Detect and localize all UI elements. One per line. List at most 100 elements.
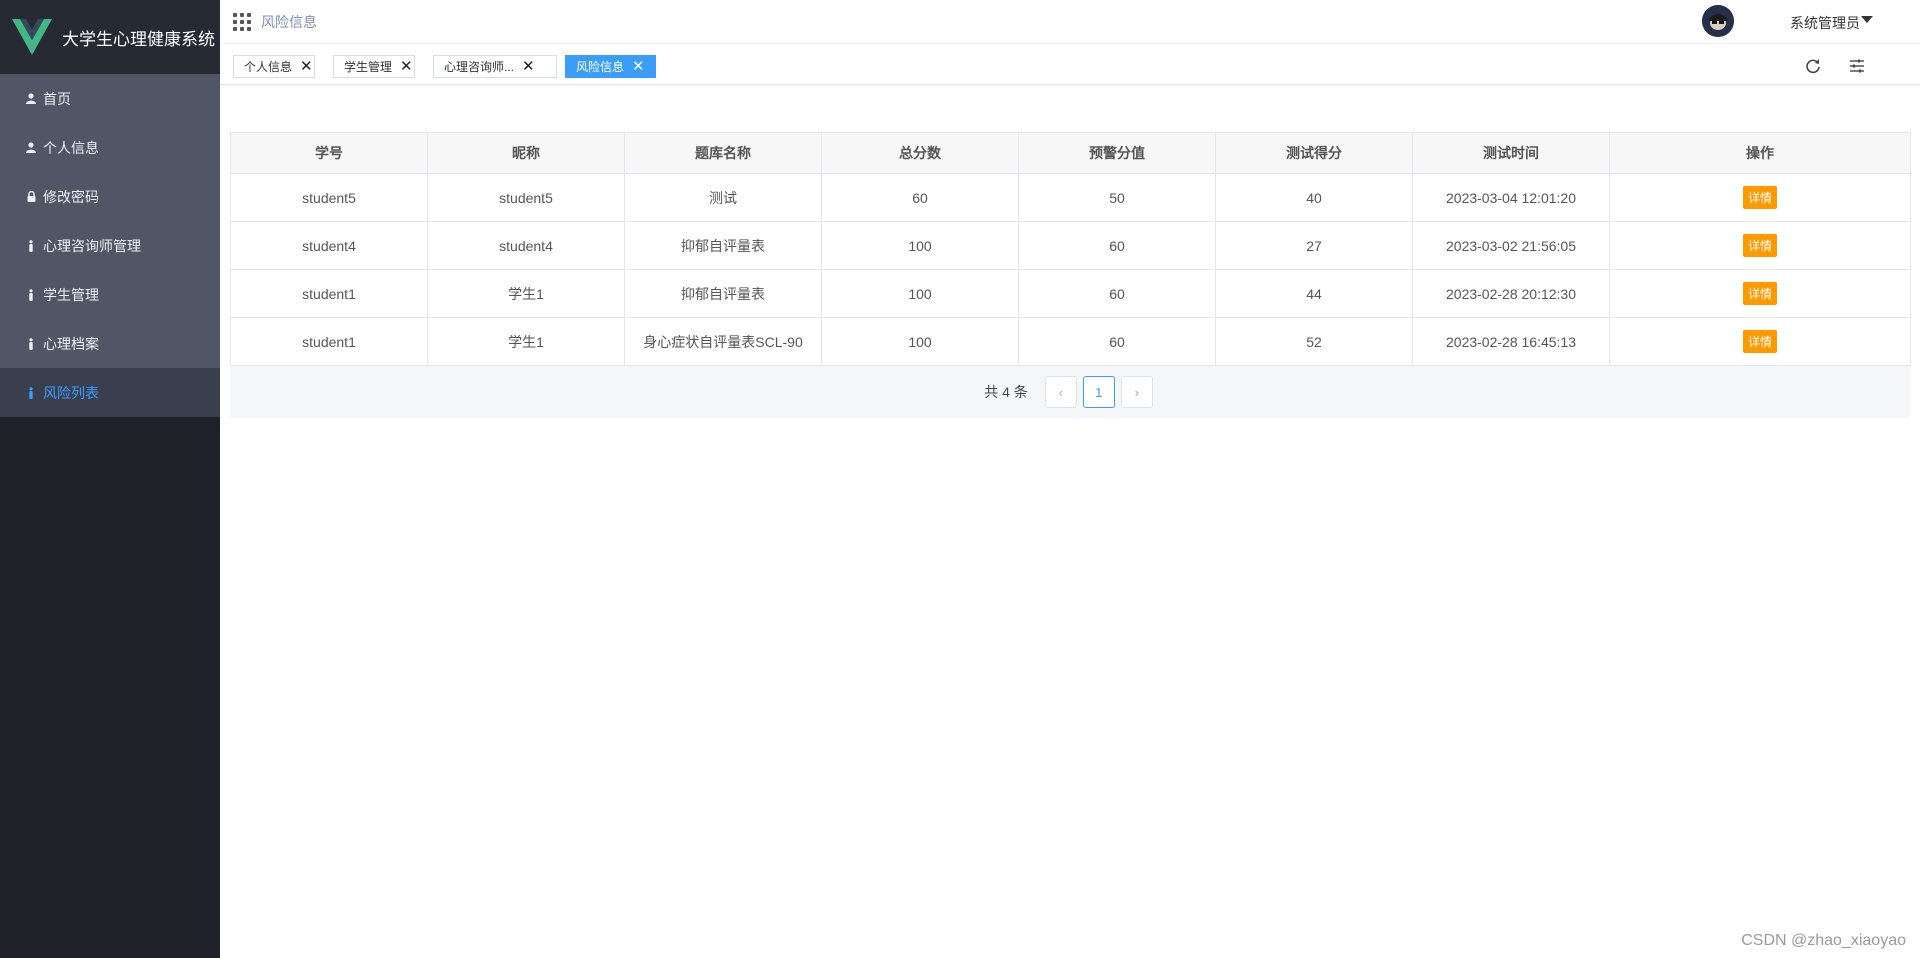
table-cell-actions: 详情: [1609, 221, 1911, 270]
table-cell: 27: [1215, 221, 1413, 270]
sidebar-item-risk-list[interactable]: 风险列表: [0, 368, 220, 417]
table-cell: student5: [230, 173, 428, 222]
column-header[interactable]: 测试得分: [1215, 132, 1413, 174]
watermark: CSDN @zhao_xiaoyao: [1741, 932, 1906, 949]
avatar[interactable]: [1702, 5, 1734, 37]
table-cell: 44: [1215, 269, 1413, 318]
breadcrumb[interactable]: 风险信息: [261, 12, 317, 32]
sidebar-item-psych-records[interactable]: 心理档案: [0, 319, 220, 368]
next-page-button[interactable]: ›: [1120, 376, 1153, 408]
table-cell: 60: [821, 173, 1019, 222]
brand: 大学生心理健康系统: [0, 0, 220, 74]
table-cell: 100: [821, 221, 1019, 270]
close-icon[interactable]: ✕: [522, 59, 535, 74]
sidebar-item-student-management[interactable]: 学生管理: [0, 270, 220, 319]
tag-label: 个人信息: [244, 60, 293, 74]
tag-label: 学生管理: [344, 60, 393, 74]
table-cell: student5: [427, 173, 625, 222]
column-header: 操作: [1609, 132, 1911, 174]
vue-logo-icon: [12, 19, 52, 55]
table-cell-actions: 详情: [1609, 269, 1911, 318]
person-icon: [26, 337, 36, 350]
table-cell: 52: [1215, 317, 1413, 366]
sidebar-item-label: 学生管理: [43, 286, 99, 303]
sidebar-item-change-password[interactable]: 修改密码: [0, 172, 220, 221]
table-cell: 抑郁自评量表: [624, 221, 822, 270]
sidebar-menu: 首页 个人信息 修改密码 心理咨询师管理 学生管理 心理档案 风险列表: [0, 74, 220, 417]
page-number-button[interactable]: 1: [1082, 376, 1115, 408]
tag-label: 风险信息: [576, 60, 625, 74]
top-header: 风险信息 系统管理员: [220, 0, 1920, 44]
table-row: student1 学生1 身心症状自评量表SCL-90 100 60 52 20…: [230, 317, 1911, 366]
user-icon: [26, 142, 36, 154]
table-cell: 40: [1215, 173, 1413, 222]
app-title: 大学生心理健康系统: [62, 29, 215, 49]
user-icon: [26, 93, 36, 105]
sidebar-item-label: 心理档案: [43, 335, 99, 352]
table-cell-actions: 详情: [1609, 317, 1911, 366]
table-cell: 2023-03-02 21:56:05: [1412, 221, 1610, 270]
sidebar-item-profile[interactable]: 个人信息: [0, 123, 220, 172]
table-row: student4 student4 抑郁自评量表 100 60 27 2023-…: [230, 221, 1911, 270]
person-icon: [26, 239, 36, 252]
table-cell-actions: 详情: [1609, 173, 1911, 222]
settings-sliders-icon[interactable]: [1848, 57, 1866, 75]
sidebar-item-label: 修改密码: [43, 188, 99, 205]
sidebar-item-label: 风险列表: [43, 384, 99, 401]
tag-risk-info[interactable]: 风险信息 ✕: [565, 55, 656, 78]
column-header[interactable]: 预警分值: [1018, 132, 1216, 174]
table-cell: student1: [230, 317, 428, 366]
close-icon[interactable]: ✕: [632, 59, 645, 74]
table-cell: 2023-03-04 12:01:20: [1412, 173, 1610, 222]
table-cell: 60: [1018, 221, 1216, 270]
column-header[interactable]: 测试时间: [1412, 132, 1610, 174]
table-row: student5 student5 测试 60 50 40 2023-03-04…: [230, 173, 1911, 222]
close-icon[interactable]: ✕: [300, 59, 313, 74]
user-name[interactable]: 系统管理员: [1790, 13, 1860, 33]
total-count: 共 4 条: [984, 384, 1028, 400]
tag-student-management[interactable]: 学生管理 ✕: [333, 55, 415, 78]
sidebar: 大学生心理健康系统 首页 个人信息 修改密码 心理咨询师管理 学生管理 心理档案: [0, 0, 220, 958]
sidebar-item-counselor-management[interactable]: 心理咨询师管理: [0, 221, 220, 270]
tag-label: 心理咨询师...: [444, 60, 515, 74]
column-header[interactable]: 总分数: [821, 132, 1019, 174]
table-cell: student4: [230, 221, 428, 270]
sidebar-item-label: 个人信息: [43, 139, 99, 156]
table-cell: student4: [427, 221, 625, 270]
refresh-icon[interactable]: [1804, 57, 1822, 75]
sidebar-item-home[interactable]: 首页: [0, 74, 220, 123]
apps-grid-icon[interactable]: [233, 12, 251, 31]
column-header[interactable]: 昵称: [427, 132, 625, 174]
column-header[interactable]: 题库名称: [624, 132, 822, 174]
sidebar-item-label: 心理咨询师管理: [43, 237, 141, 254]
table-cell: 身心症状自评量表SCL-90: [624, 317, 822, 366]
prev-page-button[interactable]: ‹: [1044, 376, 1077, 408]
risk-table: 学号 昵称 题库名称 总分数 预警分值 测试得分 测试时间 操作 student…: [230, 132, 1911, 366]
pagination: 共 4 条 ‹ 1 ›: [230, 366, 1910, 418]
tag-profile[interactable]: 个人信息 ✕: [233, 55, 315, 78]
sidebar-item-label: 首页: [43, 90, 71, 107]
table-cell: 50: [1018, 173, 1216, 222]
table-cell: 学生1: [427, 317, 625, 366]
table-cell: student1: [230, 269, 428, 318]
table-cell: 抑郁自评量表: [624, 269, 822, 318]
table-cell: 100: [821, 317, 1019, 366]
close-icon[interactable]: ✕: [400, 59, 413, 74]
person-icon: [26, 386, 36, 399]
column-header[interactable]: 学号: [230, 132, 428, 174]
chevron-left-icon: ‹: [1058, 384, 1063, 400]
table-cell: 2023-02-28 16:45:13: [1412, 317, 1610, 366]
detail-button[interactable]: 详情: [1742, 234, 1777, 257]
caret-down-icon[interactable]: [1861, 16, 1873, 23]
table-cell: 60: [1018, 269, 1216, 318]
detail-button[interactable]: 详情: [1742, 282, 1777, 305]
lock-icon: [26, 191, 36, 203]
tags-bar: 个人信息 ✕ 学生管理 ✕ 心理咨询师... ✕ 风险信息 ✕: [220, 45, 1920, 85]
table-cell: 2023-02-28 20:12:30: [1412, 269, 1610, 318]
detail-button[interactable]: 详情: [1742, 330, 1777, 353]
chevron-right-icon: ›: [1134, 384, 1139, 400]
detail-button[interactable]: 详情: [1742, 186, 1777, 209]
tag-counselor[interactable]: 心理咨询师... ✕: [433, 55, 557, 78]
table-cell: 60: [1018, 317, 1216, 366]
table-cell: 学生1: [427, 269, 625, 318]
